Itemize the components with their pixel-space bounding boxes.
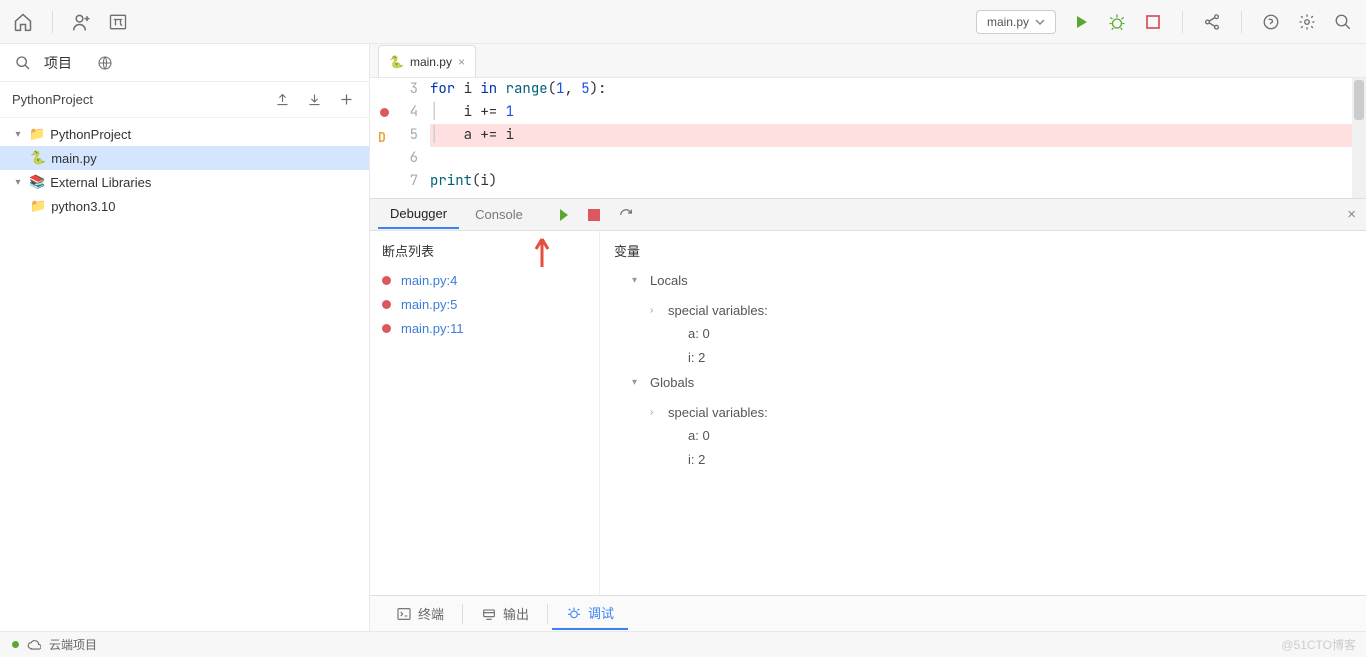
run-config-label: main.py bbox=[987, 15, 1029, 29]
terminal-icon bbox=[396, 606, 412, 622]
var-special-globals[interactable]: ›special variables: bbox=[650, 400, 1352, 424]
library-icon: 📚 bbox=[29, 174, 45, 190]
download-icon[interactable] bbox=[303, 89, 325, 111]
tree-python-env[interactable]: 📁 python3.10 bbox=[0, 194, 369, 218]
plus-icon[interactable] bbox=[335, 89, 357, 111]
var-group-globals[interactable]: ▾Globals bbox=[632, 370, 1352, 394]
tree-folder-root[interactable]: ▾ 📁 PythonProject bbox=[0, 122, 369, 146]
var-a-global[interactable]: a: 0 bbox=[688, 424, 1352, 448]
python-file-icon: 🐍 bbox=[30, 150, 46, 166]
chevron-down-icon: ▾ bbox=[12, 177, 24, 188]
close-icon[interactable]: × bbox=[458, 55, 465, 69]
editor-tabs: 🐍 main.py × bbox=[370, 44, 1366, 78]
var-group-locals[interactable]: ▾Locals bbox=[632, 268, 1352, 292]
stop-debug-button[interactable] bbox=[583, 204, 605, 226]
variables-panel: 变量 ▾Locals ›special variables: a: 0 i: 2… bbox=[600, 231, 1366, 595]
var-i-local[interactable]: i: 2 bbox=[688, 346, 1352, 370]
chevron-down-icon: ▾ bbox=[12, 129, 24, 140]
editor-scrollbar[interactable] bbox=[1352, 78, 1366, 198]
status-cloud-label[interactable]: 云端项目 bbox=[49, 636, 97, 653]
folder-icon: 📁 bbox=[29, 126, 45, 142]
run-button[interactable] bbox=[1070, 11, 1092, 33]
help-icon[interactable] bbox=[1260, 11, 1282, 33]
breakpoint-item[interactable]: main.py:5 bbox=[382, 292, 587, 316]
output-icon bbox=[481, 606, 497, 622]
globe-icon[interactable] bbox=[94, 52, 116, 74]
cloud-icon bbox=[27, 638, 41, 652]
upload-icon[interactable] bbox=[271, 89, 293, 111]
tree-file-main[interactable]: 🐍 main.py bbox=[0, 146, 369, 170]
bottom-tab-debug[interactable]: 调试 bbox=[552, 597, 628, 630]
bottom-tab-terminal[interactable]: 终端 bbox=[382, 598, 458, 629]
project-tree: ▾ 📁 PythonProject 🐍 main.py ▾ 📚 External… bbox=[0, 118, 369, 222]
step-over-icon[interactable] bbox=[615, 204, 637, 226]
tab-console[interactable]: Console bbox=[463, 201, 535, 228]
tree-external-libs[interactable]: ▾ 📚 External Libraries bbox=[0, 170, 369, 194]
home-icon[interactable] bbox=[12, 11, 34, 33]
close-icon[interactable]: × bbox=[1347, 206, 1356, 223]
sidebar-title: 项目 bbox=[44, 53, 72, 73]
breakpoint-item[interactable]: main.py:11 bbox=[382, 316, 587, 340]
var-i-global[interactable]: i: 2 bbox=[688, 448, 1352, 472]
resume-button[interactable] bbox=[551, 204, 573, 226]
bottom-tab-output[interactable]: 输出 bbox=[467, 598, 543, 629]
status-dot-icon bbox=[12, 641, 19, 648]
variables-title: 变量 bbox=[614, 241, 1352, 260]
share-icon[interactable] bbox=[1201, 11, 1223, 33]
search-icon[interactable] bbox=[12, 52, 34, 74]
search-icon[interactable] bbox=[1332, 11, 1354, 33]
stop-button[interactable] bbox=[1142, 11, 1164, 33]
breakpoints-title: 断点列表 bbox=[382, 241, 587, 260]
bug-icon bbox=[566, 605, 582, 621]
code-editor[interactable]: 345D67 for i in range(1, 5):│ i += 1│ a … bbox=[370, 78, 1366, 198]
watermark-text: @51CTO博客 bbox=[1281, 636, 1356, 653]
debug-panel: Debugger Console × 断点列表 main.py:4main.py… bbox=[370, 198, 1366, 595]
add-user-icon[interactable] bbox=[71, 11, 93, 33]
chevron-down-icon bbox=[1035, 17, 1045, 27]
debug-button[interactable] bbox=[1106, 11, 1128, 33]
gear-icon[interactable] bbox=[1296, 11, 1318, 33]
run-config-selector[interactable]: main.py bbox=[976, 10, 1056, 34]
var-a-local[interactable]: a: 0 bbox=[688, 322, 1352, 346]
breakpoints-panel: 断点列表 main.py:4main.py:5main.py:11 bbox=[370, 231, 600, 595]
project-root-name: PythonProject bbox=[12, 92, 93, 107]
bottom-toolbar: 终端 输出 调试 bbox=[370, 595, 1366, 631]
top-toolbar: main.py bbox=[0, 0, 1366, 44]
var-special-locals[interactable]: ›special variables: bbox=[650, 298, 1352, 322]
project-sidebar: 项目 PythonProject ▾ 📁 PythonProject 🐍 mai… bbox=[0, 44, 370, 631]
editor-tab-main[interactable]: 🐍 main.py × bbox=[378, 45, 476, 77]
folder-icon: 📁 bbox=[30, 198, 46, 214]
pi-icon[interactable] bbox=[107, 11, 129, 33]
status-bar: 云端项目 @51CTO博客 bbox=[0, 631, 1366, 657]
python-file-icon: 🐍 bbox=[389, 55, 404, 69]
breakpoint-item[interactable]: main.py:4 bbox=[382, 268, 587, 292]
tab-debugger[interactable]: Debugger bbox=[378, 200, 459, 229]
